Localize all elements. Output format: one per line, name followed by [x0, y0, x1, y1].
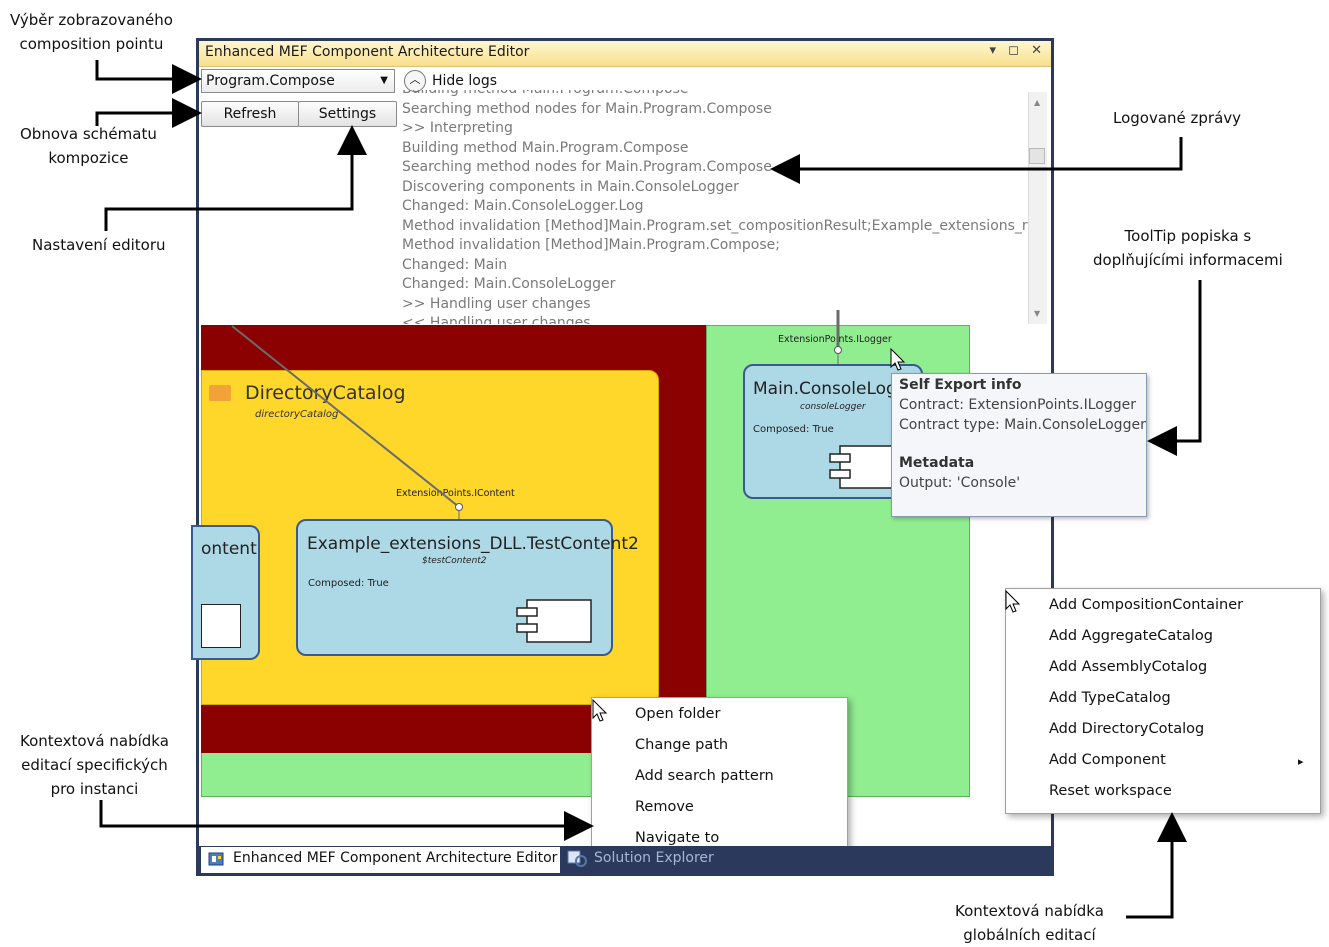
component-sub: consoleLogger	[800, 402, 866, 412]
menu-item-add-composition-container[interactable]: Add CompositionContainer	[1049, 597, 1243, 613]
solution-explorer-icon	[567, 850, 587, 867]
annotation-line: composition pointu	[19, 35, 164, 53]
settings-button[interactable]: Settings	[298, 101, 397, 127]
log-line: Discovering components in Main.ConsoleLo…	[402, 178, 739, 195]
annotation-line: ToolTip popiska s	[1124, 227, 1252, 245]
annotation-tooltip: ToolTip popiska s doplňujícími informace…	[1093, 224, 1283, 272]
menu-item-navigate-to[interactable]: Navigate to	[635, 830, 719, 846]
log-line: >> Handling user changes	[402, 295, 591, 312]
annotation-settings: Nastavení editoru	[32, 233, 166, 257]
menu-item-change-path[interactable]: Change path	[635, 737, 728, 753]
annotation-line: pro instanci	[50, 780, 139, 798]
annotation-line: doplňujícími informacemi	[1093, 251, 1283, 269]
annotation-line: Nastavení editoru	[32, 236, 166, 254]
log-line: Changed: Main.ConsoleLogger.Log	[402, 198, 644, 214]
window-title: Enhanced MEF Component Architecture Edit…	[205, 44, 530, 60]
composition-point-select[interactable]: Program.Compose ▼	[201, 69, 395, 93]
menu-item-add-aggregate-catalog[interactable]: Add AggregateCatalog	[1049, 628, 1213, 644]
mouse-cursor-icon	[1005, 590, 1021, 613]
annotation-line: kompozice	[48, 149, 129, 167]
component-title: Example_extensions_DLL.TestContent2	[307, 534, 639, 554]
directory-catalog-title: DirectoryCatalog	[245, 382, 406, 404]
annotation-instance-menu: Kontextová nabídka editací specifických …	[20, 729, 169, 801]
menu-item-add-directory-catalog[interactable]: Add DirectoryCotalog	[1049, 721, 1204, 737]
annotation-line: Výběr zobrazovaného	[10, 11, 173, 29]
window-controls[interactable]: ▾ ◻ ✕	[990, 43, 1046, 58]
log-line: Building method Main.Program.Compose	[402, 139, 689, 156]
editor-icon	[208, 852, 224, 866]
log-scrollbar[interactable]: ▲ ▼	[1028, 92, 1047, 324]
annotation-line: Kontextová nabídka	[955, 902, 1104, 920]
folder-icon	[209, 385, 231, 401]
annotation-refresh: Obnova schématu kompozice	[20, 122, 157, 170]
menu-item-add-search-pattern[interactable]: Add search pattern	[635, 768, 774, 784]
log-scroll-thumb[interactable]	[1029, 148, 1045, 164]
directory-catalog-sub: directoryCatalog	[255, 409, 339, 420]
log-line: Searching method nodes for Main.Program.…	[402, 100, 772, 117]
submenu-arrow-icon: ▸	[1298, 755, 1304, 768]
log-line: << Handling user changes	[402, 315, 591, 324]
component-title: ontent	[201, 539, 257, 559]
hide-logs-toggle[interactable]: ︿ Hide logs	[404, 70, 497, 92]
log-line: Method invalidation [Method]Main.Program…	[402, 237, 780, 253]
chevron-down-icon: ▼	[380, 75, 388, 86]
global-context-menu: Add CompositionContainer Add AggregateCa…	[1005, 588, 1321, 814]
scroll-down-icon[interactable]: ▼	[1034, 309, 1040, 318]
tooltip-output: Output: 'Console'	[899, 475, 1021, 491]
annotation-line: Kontextová nabídka	[20, 732, 169, 750]
menu-item-add-assembly-catalog[interactable]: Add AssemblyCotalog	[1049, 659, 1207, 675]
composition-point-value: Program.Compose	[206, 73, 335, 89]
log-line: >> Interpreting	[402, 120, 513, 136]
log-line: Building method Main.Program.Compose	[402, 90, 1028, 100]
annotation-line: globálních editací	[963, 926, 1096, 944]
annotation-composition-point: Výběr zobrazovaného composition pointu	[10, 8, 173, 56]
port-label: ExtensionPoints.IContent	[396, 488, 515, 499]
component-composed: Composed: True	[753, 424, 834, 435]
tooltip-heading: Metadata	[899, 455, 975, 471]
tab-solution-explorer[interactable]: Solution Explorer	[594, 850, 714, 866]
log-line: Changed: Main.ConsoleLogger	[402, 276, 616, 292]
hide-logs-label: Hide logs	[432, 73, 498, 89]
log-line: Method invalidation [Method]Main.Program…	[402, 217, 1028, 234]
instance-context-menu: Open folder Change path Add search patte…	[591, 697, 848, 857]
menu-item-remove[interactable]: Remove	[635, 799, 694, 815]
annotation-logs: Logované zprávy	[1113, 106, 1241, 130]
port-label: ExtensionPoints.ILogger	[778, 334, 892, 345]
annotation-line: Logované zprávy	[1113, 109, 1242, 127]
tab-editor-label: Enhanced MEF Component Architecture Edit…	[233, 850, 558, 866]
log-line: Changed: Main	[402, 256, 508, 273]
log-panel[interactable]: Building method Main.Program.Compose Sea…	[402, 90, 1028, 324]
component-title: Main.ConsoleLogg	[753, 379, 908, 399]
tooltip-heading: Self Export info	[899, 377, 1022, 393]
component-sub: $testContent2	[422, 556, 487, 566]
menu-item-add-type-catalog[interactable]: Add TypeCatalog	[1049, 690, 1171, 706]
menu-item-add-component[interactable]: Add Component	[1049, 752, 1166, 768]
chevron-up-icon: ︿	[404, 70, 426, 92]
component-tooltip: Self Export info Contract: ExtensionPoin…	[891, 373, 1147, 517]
annotation-line: editací specifických	[21, 756, 168, 774]
tooltip-contract-type: Contract type: Main.ConsoleLogger	[899, 417, 1146, 433]
log-line: Searching method nodes for Main.Program.…	[402, 159, 772, 175]
refresh-button[interactable]: Refresh	[201, 101, 299, 127]
mouse-cursor-icon	[890, 348, 906, 371]
menu-item-open-folder[interactable]: Open folder	[635, 706, 720, 722]
component-icon	[201, 604, 241, 648]
component-icon	[829, 445, 897, 489]
component-icon	[516, 599, 592, 643]
menu-item-reset-workspace[interactable]: Reset workspace	[1049, 783, 1172, 799]
mouse-cursor-icon	[592, 699, 608, 722]
annotation-global-menu: Kontextová nabídka globálních editací	[955, 899, 1104, 947]
component-composed: Composed: True	[308, 578, 389, 589]
tooltip-contract: Contract: ExtensionPoints.ILogger	[899, 397, 1137, 413]
annotation-line: Obnova schématu	[20, 125, 157, 143]
scroll-up-icon[interactable]: ▲	[1034, 98, 1040, 107]
